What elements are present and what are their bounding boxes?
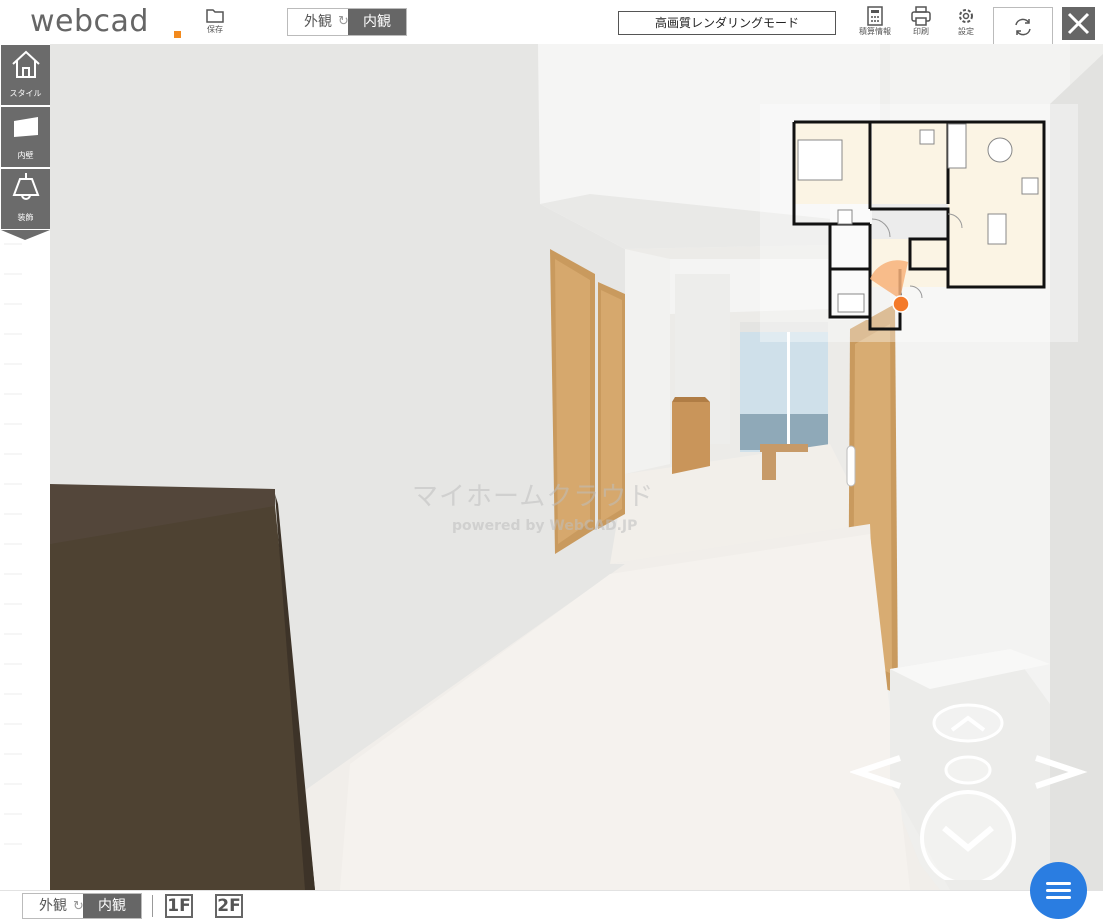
top-toolbar: webcad 保存 外観 内観 ↻ 高画質レンダリングモード 積算情報 印刷 設…: [0, 0, 1103, 67]
save-label: 保存: [207, 25, 223, 34]
divider: [152, 895, 153, 917]
menu-icon-line: [1046, 896, 1071, 899]
sidebar-tabs: スタイル 内壁 装飾: [1, 45, 50, 231]
menu-icon: [1046, 882, 1071, 885]
nav-backward-button[interactable]: [920, 790, 1016, 880]
bottom-toolbar: 外観 内観 ↻ 1F 2F: [0, 890, 1103, 919]
bottom-view-toggle[interactable]: 外観 内観 ↻: [22, 893, 142, 919]
camera-position-marker[interactable]: [892, 295, 910, 313]
watermark-title: マイホームクラウド: [412, 482, 655, 512]
estimate-label: 積算情報: [859, 27, 891, 36]
watermark-subtitle: powered by WebCAD.JP: [452, 518, 638, 534]
interior-view-option[interactable]: 内観: [83, 894, 141, 918]
floor-plan-minimap[interactable]: [760, 104, 1078, 342]
interior-view-option[interactable]: 内観: [348, 9, 406, 35]
webcad-logo: webcad: [30, 4, 149, 39]
sidebar-tab-pointer: [1, 230, 50, 240]
logo-accent-dot: [174, 31, 181, 38]
webcad-app: webcad 保存 外観 内観 ↻ 高画質レンダリングモード 積算情報 印刷 設…: [0, 0, 1103, 919]
nav-forward-button[interactable]: [932, 703, 1004, 743]
view-toggle[interactable]: 外観 内観 ↻: [287, 8, 407, 36]
printer-icon: [911, 6, 931, 26]
print-button[interactable]: 印刷: [906, 6, 936, 37]
swap-view-icon: ↻: [73, 899, 84, 914]
high-quality-render-button[interactable]: 高画質レンダリングモード: [618, 11, 836, 35]
sidebar-item-label: 装飾: [17, 213, 34, 222]
swap-view-icon: ↻: [338, 14, 349, 29]
calculator-icon: [867, 6, 883, 26]
sidebar-item-label: スタイル: [9, 89, 42, 98]
folder-icon: [206, 9, 224, 23]
main-menu-button[interactable]: [1030, 862, 1087, 919]
settings-label: 設定: [958, 27, 974, 36]
wall-icon: [14, 117, 38, 137]
sidebar-item-label: 内壁: [17, 151, 34, 160]
nav-center-button[interactable]: [944, 755, 992, 785]
sidebar-item-decoration[interactable]: 装飾: [1, 169, 50, 229]
save-button[interactable]: 保存: [202, 6, 228, 35]
navigation-controls: [850, 703, 1088, 880]
floor-2f-button[interactable]: 2F: [215, 894, 243, 918]
close-button[interactable]: [1062, 7, 1095, 40]
lamp-icon: [12, 173, 40, 200]
cabinet-body: [50, 506, 315, 890]
settings-button[interactable]: 設定: [952, 6, 980, 37]
house-icon: [12, 50, 40, 78]
rotate-icon: [1015, 18, 1031, 36]
sidebar-item-interior-wall[interactable]: 内壁: [1, 107, 50, 167]
print-label: 印刷: [913, 27, 929, 36]
floor-1f-button[interactable]: 1F: [165, 894, 193, 918]
sidebar-item-style[interactable]: スタイル: [1, 45, 50, 105]
floor-plan: [792, 120, 1046, 331]
nav-right-button[interactable]: [1035, 755, 1088, 789]
close-icon: [1067, 12, 1090, 35]
nav-left-button[interactable]: [850, 755, 901, 789]
left-sidebar: スタイル 内壁 装飾: [0, 44, 50, 890]
gear-icon: [959, 9, 973, 23]
estimate-info-button[interactable]: 積算情報: [855, 6, 895, 37]
menu-icon-line: [1046, 889, 1071, 892]
